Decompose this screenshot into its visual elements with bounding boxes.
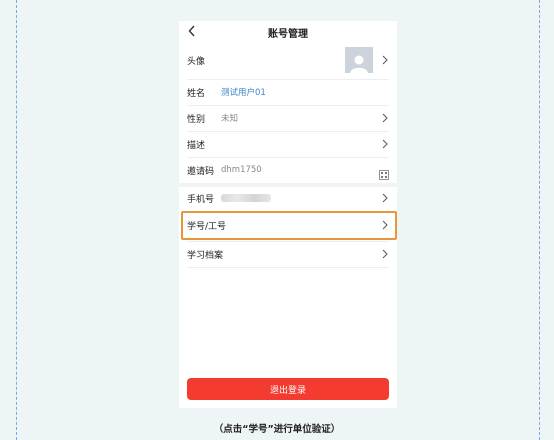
dashed-border-right [539,0,540,440]
phone-value-blurred [221,194,271,202]
row-label-invite: 邀请码 [187,166,215,177]
chevron-right-icon [381,55,389,65]
instruction-caption: （点击“学号”进行单位验证） [213,424,341,435]
row-label-phone: 手机号 [187,194,215,205]
row-label-gender: 性别 [187,114,206,125]
divider [187,131,389,132]
divider [187,241,389,242]
phone-screen: 账号管理 头像 姓名 测试用户01 性别 未知 描述 邀请码 dhm1750 手… [179,21,397,408]
logout-button[interactable]: 退出登录 [187,378,389,400]
row-phone[interactable]: 手机号 [179,187,397,209]
divider [187,267,389,268]
chevron-right-icon [381,139,389,149]
row-label-name: 姓名 [187,88,206,99]
chevron-right-icon [381,113,389,123]
chevron-right-icon [381,193,389,203]
gender-value: 未知 [221,114,239,124]
row-label-archive: 学习档案 [187,250,224,261]
name-value: 测试用户01 [221,88,266,98]
row-description[interactable]: 描述 [179,133,397,155]
avatar[interactable] [345,47,373,73]
row-gender[interactable]: 性别 未知 [179,107,397,129]
divider [187,157,389,158]
chevron-right-icon [381,249,389,259]
divider [187,79,389,80]
divider [187,105,389,106]
invite-code-value: dhm1750 [221,165,262,175]
page-title: 账号管理 [268,29,308,40]
row-label-description: 描述 [187,140,206,151]
divider [187,211,389,212]
nav-bar: 账号管理 [179,21,397,43]
row-avatar[interactable]: 头像 [179,45,397,75]
row-name: 姓名 测试用户01 [179,81,397,103]
row-study-archive[interactable]: 学习档案 [179,243,397,265]
row-label-student-id: 学号/工号 [187,221,227,232]
dashed-border-left [16,0,17,440]
row-label-avatar: 头像 [187,56,206,67]
chevron-right-icon [381,220,389,230]
qr-code-icon[interactable] [379,165,389,180]
row-student-id[interactable]: 学号/工号 [179,213,397,237]
row-invite-code: 邀请码 dhm1750 [179,159,397,181]
